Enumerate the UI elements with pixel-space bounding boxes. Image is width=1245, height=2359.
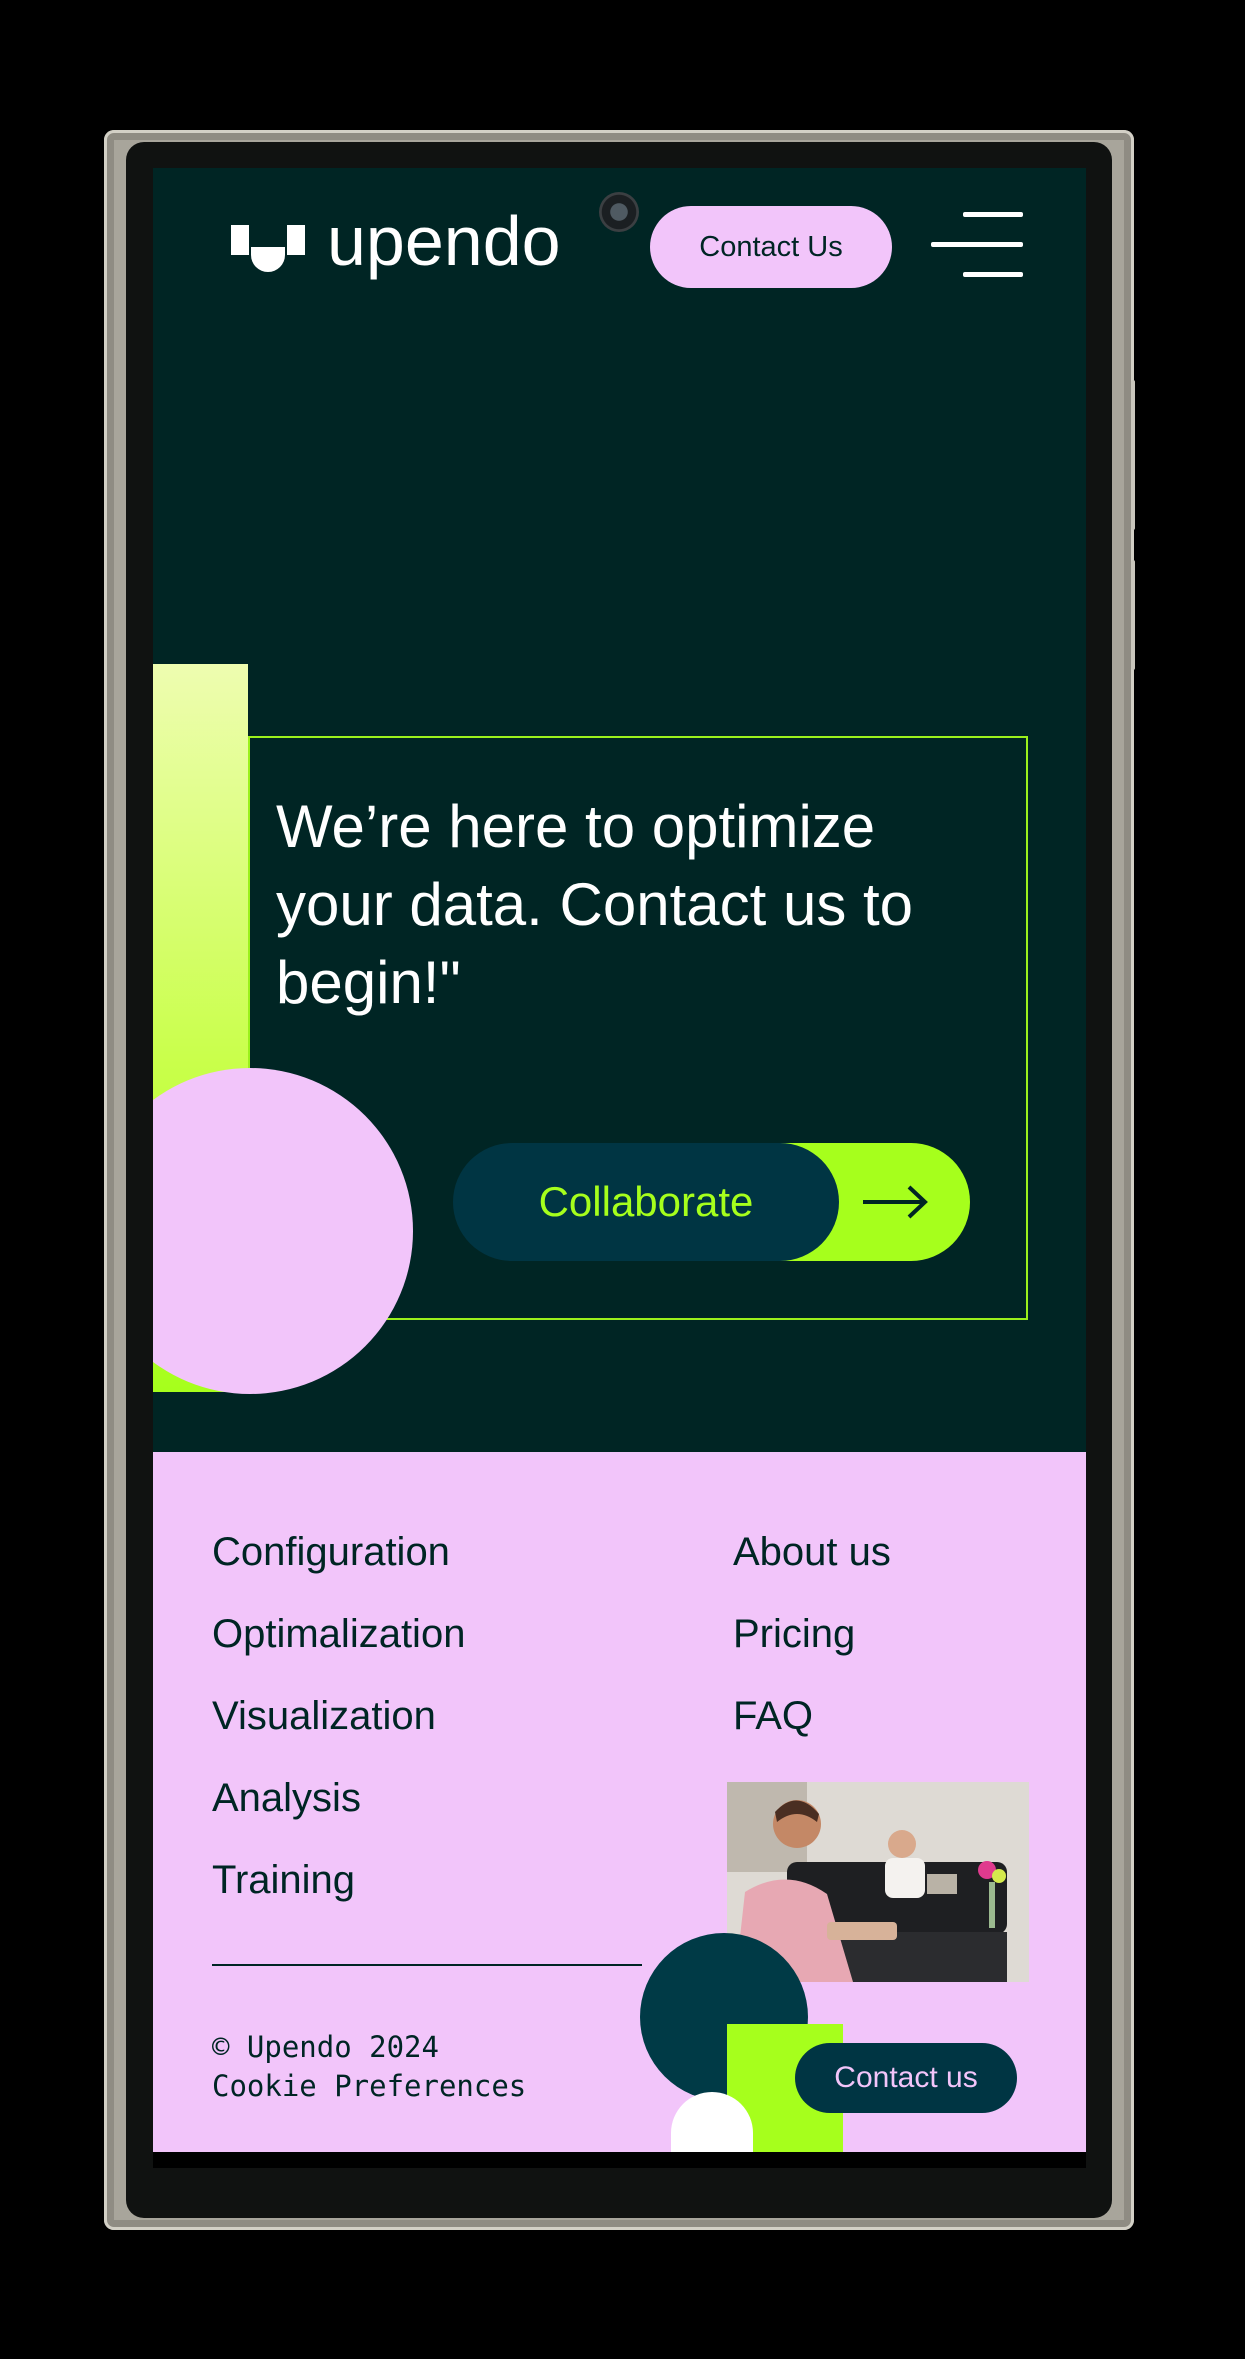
footer-link-configuration[interactable]: Configuration <box>212 1532 465 1572</box>
footer-contact-us-button[interactable]: Contact us <box>795 2043 1017 2113</box>
hero-section: upendo Contact Us We’re here to optimize… <box>153 168 1086 1452</box>
upendo-logo[interactable]: upendo <box>231 206 591 290</box>
front-camera <box>599 192 639 232</box>
collaborate-button[interactable]: Collaborate <box>453 1143 970 1261</box>
footer-link-training[interactable]: Training <box>212 1860 465 1900</box>
arrow-right-icon <box>863 1185 928 1219</box>
footer-link-optimalization[interactable]: Optimalization <box>212 1614 465 1654</box>
footer-services-nav: Configuration Optimalization Visualizati… <box>212 1532 465 1942</box>
hamburger-menu-icon[interactable] <box>931 212 1023 282</box>
side-button <box>1131 560 1135 670</box>
screen: upendo Contact Us We’re here to optimize… <box>153 168 1086 2168</box>
footer-link-visualization[interactable]: Visualization <box>212 1696 465 1736</box>
collaborate-label[interactable]: Collaborate <box>453 1143 839 1261</box>
logo-text: upendo <box>327 202 561 280</box>
system-navigation-bar <box>153 2152 1086 2168</box>
side-button <box>1131 380 1135 530</box>
footer-link-pricing[interactable]: Pricing <box>733 1614 891 1654</box>
footer-link-analysis[interactable]: Analysis <box>212 1778 465 1818</box>
copyright-text: © Upendo 2024 <box>212 2030 439 2064</box>
footer-company-nav: About us Pricing FAQ <box>733 1532 891 1778</box>
footer-link-faq[interactable]: FAQ <box>733 1696 891 1736</box>
footer-divider <box>212 1964 642 1966</box>
copyright-block: © Upendo 2024 Cookie Preferences <box>212 2028 526 2106</box>
hero-title: We’re here to optimize your data. Contac… <box>276 793 914 1016</box>
footer-link-about-us[interactable]: About us <box>733 1532 891 1572</box>
upendo-logo-mark-icon <box>231 225 305 272</box>
cookie-preferences-link[interactable]: Cookie Preferences <box>212 2067 526 2106</box>
contact-us-button[interactable]: Contact Us <box>650 206 892 288</box>
footer: Configuration Optimalization Visualizati… <box>153 1452 1086 2166</box>
